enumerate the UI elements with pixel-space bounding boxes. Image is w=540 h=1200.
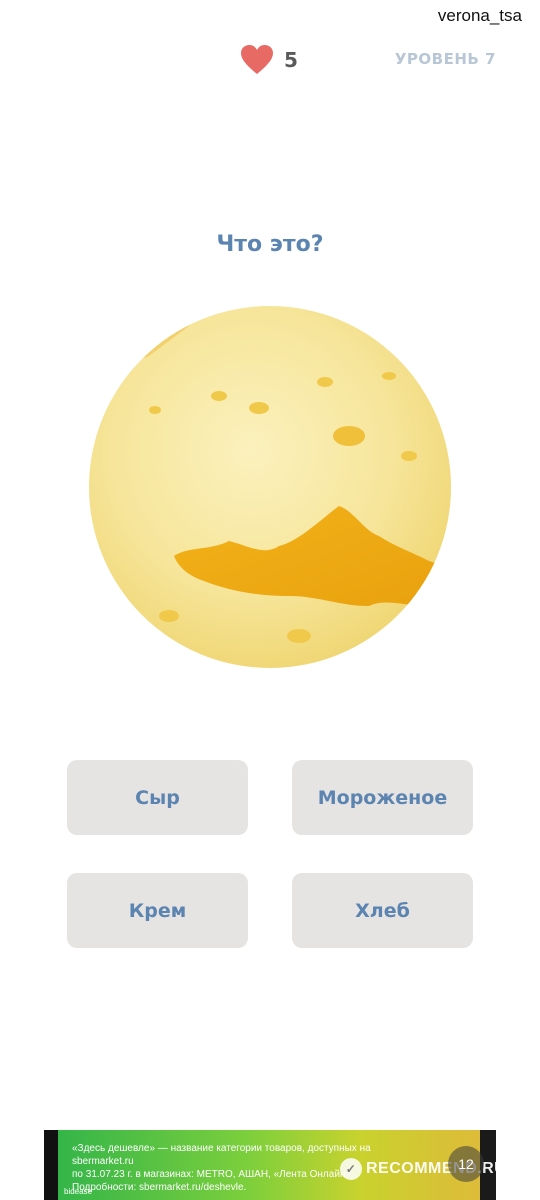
question-title: Что это?	[216, 232, 324, 257]
answer-grid: Сыр Мороженое Крем Хлеб	[67, 760, 473, 948]
ad-text-line: Подробности: sbermarket.ru/deshevle.	[72, 1182, 247, 1193]
lives-count: 5	[284, 48, 298, 72]
lives-counter: 5	[240, 44, 298, 76]
answer-button-cheese[interactable]: Сыр	[67, 760, 248, 835]
recommend-logo-icon: ✓	[340, 1158, 362, 1180]
ad-brand-label: bidease	[64, 1187, 93, 1196]
level-indicator: УРОВЕНЬ 7	[394, 50, 496, 68]
cheese-photo	[89, 306, 451, 668]
ad-edge-left	[44, 1130, 58, 1200]
ad-badge: 12	[448, 1146, 484, 1182]
answer-button-bread[interactable]: Хлеб	[292, 873, 473, 948]
recommend-watermark-text: RECOMMEND.RU	[366, 1160, 507, 1177]
heart-icon	[241, 45, 273, 74]
answer-button-ice-cream[interactable]: Мороженое	[292, 760, 473, 835]
watermark-username: verona_tsa	[437, 6, 522, 25]
answer-button-cream[interactable]: Крем	[67, 873, 248, 948]
